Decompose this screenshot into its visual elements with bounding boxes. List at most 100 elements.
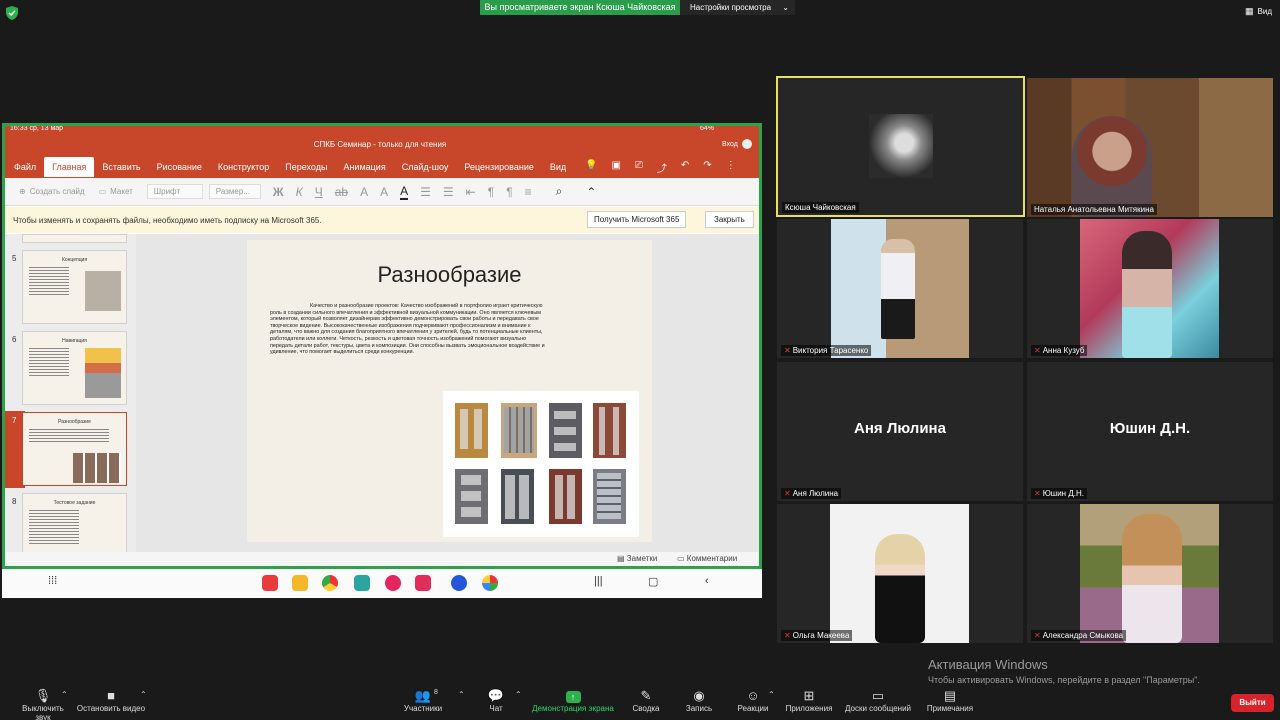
numbering-icon[interactable]: ☰: [443, 185, 454, 199]
present-icon[interactable]: ⎚: [635, 160, 643, 175]
bullets-icon[interactable]: ☰: [420, 185, 431, 199]
folder-icon[interactable]: [292, 575, 308, 591]
thumbnail-text-lines: [29, 348, 69, 378]
share-screen-button[interactable]: ↑ Демонстрация экрана: [532, 688, 614, 713]
participants-count: 8: [434, 689, 438, 696]
chevron-down-icon: ⌄: [782, 3, 789, 12]
strikethrough-icon[interactable]: ab: [335, 185, 348, 199]
chevron-up-icon[interactable]: ⌃: [61, 690, 68, 699]
app-icon[interactable]: [262, 575, 278, 591]
muted-mic-icon: ✕: [784, 489, 791, 498]
notes-button[interactable]: ▤ Заметки: [617, 554, 657, 563]
tab-home[interactable]: Главная: [44, 157, 95, 177]
highlight-icon[interactable]: A: [360, 185, 368, 199]
participant-tile[interactable]: ✕ Ольга Макеева: [777, 504, 1023, 643]
slide-thumbnail-partial[interactable]: [22, 234, 127, 243]
thumbnail-number: 7: [12, 416, 17, 425]
participant-tile[interactable]: Аня Люлина ✕ Аня Люлина: [777, 362, 1023, 501]
redo-icon[interactable]: ↷: [703, 160, 711, 175]
comments-button[interactable]: ▭ Комментарии: [677, 554, 737, 563]
login-button[interactable]: Вход: [722, 139, 752, 149]
tab-transitions[interactable]: Переходы: [285, 157, 327, 177]
chevron-up-icon[interactable]: ⌃: [515, 690, 522, 699]
font-select[interactable]: Шрифт: [146, 184, 203, 199]
more-icon[interactable]: ⋮: [726, 160, 736, 175]
participant-tile-active[interactable]: Ксюша Чайковская: [776, 76, 1025, 217]
chat-label: Чат: [489, 704, 503, 713]
tab-insert[interactable]: Вставить: [102, 157, 140, 177]
camera-app-icon[interactable]: [415, 575, 431, 591]
zoom-app-icon[interactable]: [451, 575, 467, 591]
thumbnail-title: Тестовое задание: [53, 500, 96, 506]
share-icon[interactable]: ⤴: [657, 160, 667, 175]
notes-label: Заметки: [626, 554, 658, 563]
tab-view[interactable]: Вид: [550, 157, 566, 177]
stop-video-button[interactable]: ■ Остановить видео: [76, 688, 146, 713]
facade-image: [593, 469, 626, 524]
tablet-status-time: 16:33 ср, 13 мар: [10, 125, 64, 132]
notes-control-button[interactable]: ▤ Примечания: [925, 688, 975, 713]
participant-tile[interactable]: ✕ Анна Кузуб: [1027, 219, 1273, 358]
multi-app-icon[interactable]: [482, 575, 498, 591]
calendar-icon[interactable]: [354, 575, 370, 591]
zoom-window: Вы просматриваете экран Ксюша Чайковская…: [0, 0, 1280, 720]
view-settings-button[interactable]: Настройки просмотра ⌄: [680, 0, 795, 15]
facade-image: [549, 403, 582, 458]
search-icon[interactable]: ⌕: [556, 184, 563, 199]
reactions-button[interactable]: ☺ Реакции: [736, 688, 770, 713]
collapse-icon[interactable]: ⌃: [586, 185, 596, 199]
chevron-up-icon[interactable]: ⌃: [458, 690, 465, 699]
font-size-select[interactable]: Размер...: [208, 184, 261, 199]
participant-tile[interactable]: ✕ Александра Смыкова: [1027, 504, 1273, 643]
tab-file[interactable]: Файл: [14, 157, 36, 177]
leave-button[interactable]: Выйти: [1231, 694, 1274, 712]
slide-body-text: Качество и разнообразие проектов: Качест…: [270, 303, 545, 356]
get-microsoft365-button[interactable]: Получить Microsoft 365: [587, 211, 687, 228]
participant-tile[interactable]: ✕ Виктория Тарасенко: [777, 219, 1023, 358]
view-settings-label: Настройки просмотра: [690, 3, 772, 12]
italic-icon[interactable]: К: [296, 185, 303, 199]
tab-slideshow[interactable]: Слайд-шоу: [402, 157, 449, 177]
apps-button[interactable]: ⊞ Приложения: [784, 688, 834, 713]
slide-thumbnail[interactable]: Концепция: [22, 250, 127, 324]
paragraph-rtl-icon[interactable]: ¶: [506, 185, 512, 199]
recent-apps-icon[interactable]: |||: [594, 575, 603, 587]
layout-button[interactable]: ▭ Макет: [99, 187, 133, 196]
participant-tile[interactable]: Наталья Анатольевна Митякина: [1027, 78, 1273, 217]
save-icon[interactable]: ▣: [611, 160, 620, 175]
lightbulb-icon[interactable]: 💡: [585, 160, 597, 175]
record-button[interactable]: ◉ Запись: [684, 688, 714, 713]
font-color-icon[interactable]: A: [400, 184, 409, 200]
underline-icon[interactable]: Ч: [315, 185, 323, 199]
chat-button[interactable]: 💬 Чат: [486, 688, 506, 713]
tab-animation[interactable]: Анимация: [343, 157, 385, 177]
slide-thumbnail[interactable]: Навигация: [22, 331, 127, 405]
chevron-up-icon[interactable]: ⌃: [768, 690, 775, 699]
undo-icon[interactable]: ↶: [681, 160, 689, 175]
participant-tile[interactable]: Юшин Д.Н. ✕ Юшин Д.Н.: [1027, 362, 1273, 501]
avatar-icon: [741, 139, 752, 149]
slide-thumbnail-active[interactable]: Разнообразие: [22, 412, 127, 486]
chevron-up-icon[interactable]: ⌃: [140, 690, 147, 699]
clear-format-icon[interactable]: A: [380, 185, 388, 199]
tab-review[interactable]: Рецензирование: [464, 157, 534, 177]
flower-app-icon[interactable]: [385, 575, 401, 591]
outdent-icon[interactable]: ⇤: [466, 185, 476, 199]
new-slide-button[interactable]: ⊕ Создать слайд: [19, 187, 85, 196]
paragraph-icon[interactable]: ¶: [488, 185, 494, 199]
back-icon[interactable]: ‹: [705, 575, 709, 587]
apps-grid-icon[interactable]: ⁞⁞⁞: [48, 575, 57, 587]
participant-name: Наталья Анатольевна Митякина: [1031, 204, 1157, 215]
tab-design[interactable]: Конструктор: [218, 157, 269, 177]
subscription-notice: Чтобы изменять и сохранять файлы, необхо…: [5, 207, 759, 233]
home-icon[interactable]: ▢: [648, 575, 658, 588]
align-icon[interactable]: ≡: [525, 185, 532, 199]
whiteboards-button[interactable]: ▭ Доски сообщений: [843, 688, 913, 713]
close-notice-button[interactable]: Закрыть: [705, 211, 754, 228]
chrome-icon[interactable]: [322, 575, 338, 591]
shield-icon[interactable]: [6, 6, 18, 20]
view-button[interactable]: ▦ Вид: [1245, 6, 1272, 17]
tab-draw[interactable]: Рисование: [157, 157, 202, 177]
summary-button[interactable]: ✎ Сводка: [631, 688, 661, 713]
bold-icon[interactable]: Ж: [273, 185, 284, 199]
